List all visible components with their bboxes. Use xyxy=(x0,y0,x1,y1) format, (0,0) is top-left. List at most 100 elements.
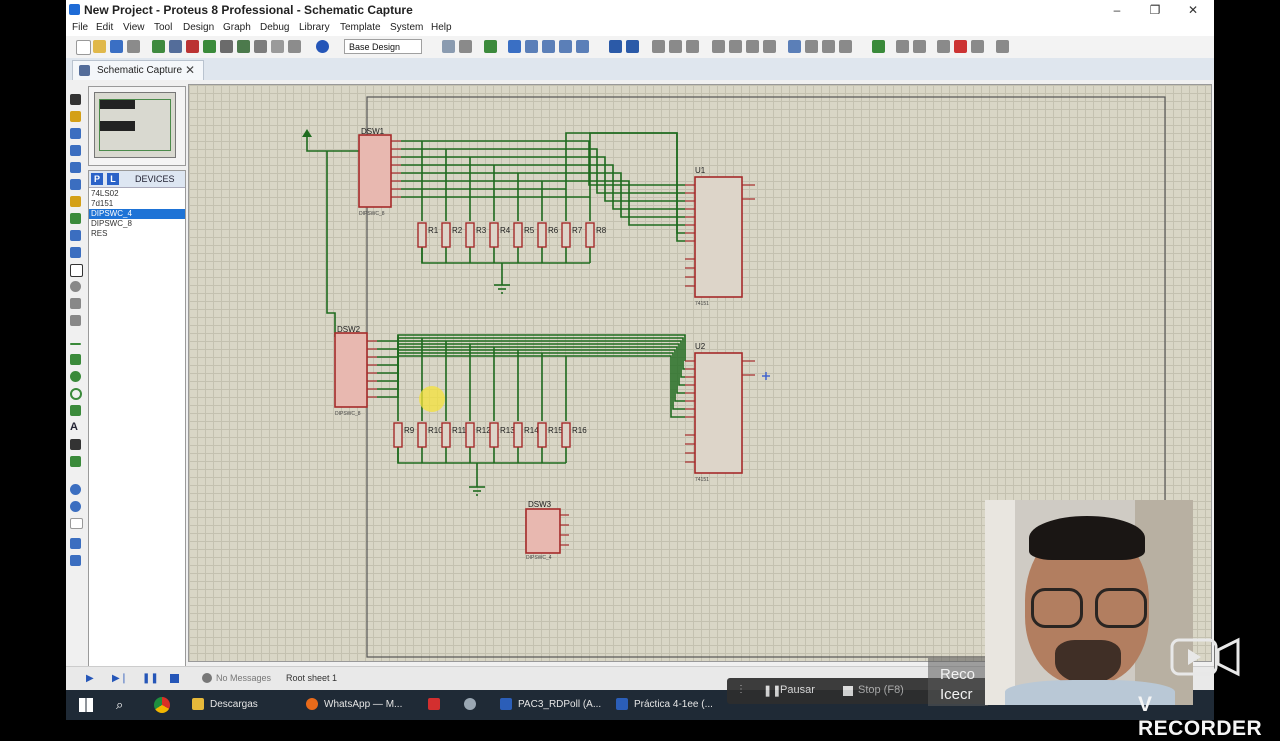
block-move-icon[interactable] xyxy=(729,40,742,53)
menu-edit[interactable]: Edit xyxy=(96,22,113,33)
device-item-selected[interactable]: DIPSWC_4 xyxy=(89,209,185,219)
component-mode-icon[interactable] xyxy=(70,111,81,122)
new-sheet-icon[interactable] xyxy=(937,40,950,53)
mirror-y-icon[interactable] xyxy=(70,555,81,566)
rotation-angle-field[interactable] xyxy=(70,518,83,529)
start-icon[interactable] xyxy=(79,698,93,712)
new-icon[interactable] xyxy=(76,40,91,55)
zoom-out-icon[interactable] xyxy=(542,40,555,53)
subcircuit-icon[interactable] xyxy=(70,196,81,207)
undo-icon[interactable] xyxy=(609,40,622,53)
mirror-x-icon[interactable] xyxy=(70,538,81,549)
ground-terminal-1[interactable] xyxy=(494,284,510,294)
pcb-icon[interactable] xyxy=(186,40,199,53)
menu-debug[interactable]: Debug xyxy=(260,22,289,33)
pan-icon[interactable] xyxy=(508,40,521,53)
graph-icon[interactable] xyxy=(70,247,81,258)
ground-terminal-2[interactable] xyxy=(469,486,485,496)
menu-tool[interactable]: Tool xyxy=(154,22,172,33)
power-terminal[interactable] xyxy=(302,129,312,137)
generator-icon[interactable] xyxy=(70,281,81,292)
pin-icon[interactable] xyxy=(70,230,81,241)
circle-icon[interactable] xyxy=(70,371,81,382)
device-item[interactable]: DIPSWC_8 xyxy=(89,219,185,229)
path-icon[interactable] xyxy=(70,405,81,416)
drag-handle-icon[interactable]: ⋮ xyxy=(736,684,746,695)
rotate-ccw-icon[interactable] xyxy=(70,501,81,512)
search-tag-icon[interactable] xyxy=(896,40,909,53)
home-icon[interactable] xyxy=(152,40,165,53)
menu-graph[interactable]: Graph xyxy=(223,22,251,33)
remove-sheet-icon[interactable] xyxy=(954,40,967,53)
virtual-instrument-icon[interactable] xyxy=(70,315,81,326)
paste-icon[interactable] xyxy=(686,40,699,53)
stop-button[interactable] xyxy=(170,674,179,683)
bom-icon[interactable] xyxy=(237,40,250,53)
status-messages[interactable]: No Messages xyxy=(216,673,271,683)
make-device-icon[interactable] xyxy=(805,40,818,53)
box-icon[interactable] xyxy=(70,354,81,365)
save-icon[interactable] xyxy=(110,40,123,53)
block-delete-icon[interactable] xyxy=(763,40,776,53)
chrome-icon[interactable] xyxy=(154,697,170,713)
recorder-stop-button[interactable]: Stop (F8) xyxy=(858,684,904,696)
cut-icon[interactable] xyxy=(652,40,665,53)
voltage-probe-icon[interactable] xyxy=(70,298,81,309)
block-rotate-icon[interactable] xyxy=(746,40,759,53)
menu-file[interactable]: File xyxy=(72,22,88,33)
menu-system[interactable]: System xyxy=(390,22,423,33)
search-icon[interactable]: ⌕ xyxy=(116,697,123,713)
arc-icon[interactable] xyxy=(70,388,82,400)
device-item[interactable]: RES xyxy=(89,229,185,239)
selection-mode-icon[interactable] xyxy=(70,94,81,105)
pause-button[interactable]: ❚❚ xyxy=(142,673,159,684)
source-icon[interactable] xyxy=(271,40,284,53)
open-icon[interactable] xyxy=(93,40,106,53)
copy-icon[interactable] xyxy=(669,40,682,53)
decompose-icon[interactable] xyxy=(839,40,852,53)
taskbar-item-whatsapp[interactable]: WhatsApp — M... xyxy=(306,696,402,714)
block-copy-icon[interactable] xyxy=(712,40,725,53)
zoom-area-icon[interactable] xyxy=(576,40,589,53)
probe-marker[interactable] xyxy=(762,372,770,380)
device-item[interactable]: 74LS02 xyxy=(89,189,185,199)
tab-close-icon[interactable]: ✕ xyxy=(185,63,195,77)
help-icon[interactable] xyxy=(316,40,329,53)
u2-body[interactable] xyxy=(694,352,743,474)
step-button[interactable]: ▶❘ xyxy=(112,673,128,684)
taskbar-item-word-2[interactable]: Práctica 4-1ee (... xyxy=(616,696,713,714)
taskbar-item-acrobat[interactable] xyxy=(428,696,446,714)
text-script-icon[interactable] xyxy=(70,162,81,173)
minimize-button[interactable]: – xyxy=(1102,2,1132,18)
grid-icon[interactable] xyxy=(459,40,472,53)
import-icon[interactable] xyxy=(127,40,140,53)
symbol-icon[interactable] xyxy=(70,439,81,450)
wire-label-icon[interactable] xyxy=(70,145,81,156)
play-button[interactable]: ▶ xyxy=(86,673,94,684)
menu-view[interactable]: View xyxy=(123,22,145,33)
terminals-icon[interactable] xyxy=(70,213,81,224)
device-item[interactable]: 7d151 xyxy=(89,199,185,209)
menu-library[interactable]: Library xyxy=(299,22,330,33)
zoom-in-icon[interactable] xyxy=(525,40,538,53)
menu-design[interactable]: Design xyxy=(183,22,214,33)
junction-icon[interactable] xyxy=(70,128,81,139)
u1-body[interactable] xyxy=(694,176,743,298)
3d-icon[interactable] xyxy=(220,40,233,53)
marker-icon[interactable] xyxy=(70,456,81,467)
packaging-icon[interactable] xyxy=(822,40,835,53)
dsw1-body[interactable] xyxy=(358,134,392,208)
gerber-icon[interactable] xyxy=(203,40,216,53)
bus-icon[interactable] xyxy=(70,179,81,190)
redo-icon[interactable] xyxy=(626,40,639,53)
tab-schematic-capture[interactable]: Schematic Capture ✕ xyxy=(72,60,204,80)
menu-template[interactable]: Template xyxy=(340,22,381,33)
print-icon[interactable] xyxy=(288,40,301,53)
pick-device-button[interactable]: P xyxy=(91,173,103,185)
tape-recorder-icon[interactable] xyxy=(70,264,83,277)
rotate-cw-icon[interactable] xyxy=(70,484,81,495)
layer-select[interactable]: Base Design xyxy=(344,39,422,54)
text-icon[interactable]: A xyxy=(70,422,81,433)
refresh-icon[interactable] xyxy=(442,40,455,53)
notes-icon[interactable] xyxy=(254,40,267,53)
